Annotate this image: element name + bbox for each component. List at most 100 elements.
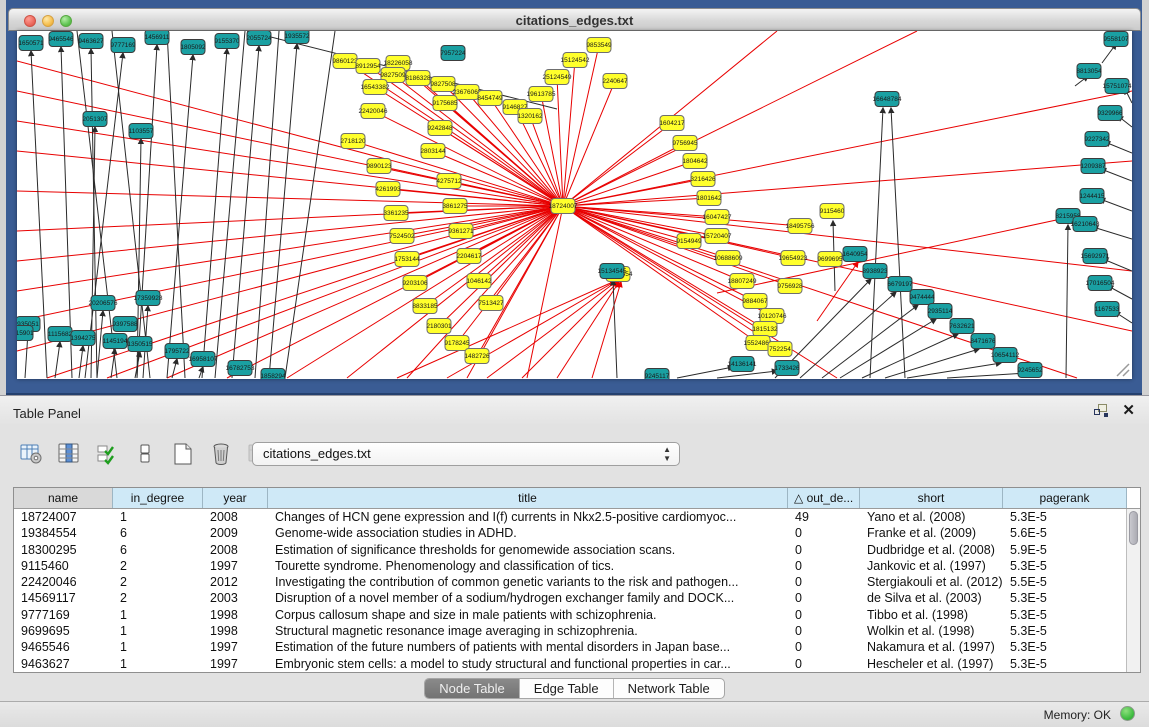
- scrollbar-thumb[interactable]: [1129, 511, 1138, 545]
- graph-node-7957224[interactable]: 7957224: [440, 46, 466, 61]
- graph-node-7513427[interactable]: 7513427: [478, 296, 504, 311]
- graph-node-9853549[interactable]: 9853549: [586, 38, 612, 53]
- graph-node-9242848[interactable]: 9242848: [427, 121, 453, 136]
- graph-node-22420046[interactable]: 22420046: [359, 104, 388, 119]
- graph-node-8454749[interactable]: 8454749: [477, 91, 503, 106]
- graph-node-18724007[interactable]: 18724007: [549, 199, 578, 214]
- graph-node-17016504[interactable]: 17016504: [1086, 276, 1115, 291]
- graph-node-1115682[interactable]: 1115682: [48, 327, 73, 342]
- graph-node-9890123[interactable]: 9890123: [366, 159, 392, 174]
- graph-node-9699695[interactable]: 9699695: [817, 252, 843, 267]
- graph-node-1815132[interactable]: 1815132: [752, 322, 778, 337]
- close-panel-icon[interactable]: ✕: [1122, 404, 1135, 417]
- graph-node-9329966[interactable]: 9329966: [1097, 106, 1123, 121]
- graph-node-1145194[interactable]: 1145194: [103, 334, 128, 349]
- graph-node-3216426[interactable]: 3216426: [690, 172, 716, 187]
- graph-node-1733426[interactable]: 1733426: [774, 361, 800, 376]
- graph-node-9884067[interactable]: 9884067: [742, 294, 768, 309]
- graph-node-9154949[interactable]: 9154949: [676, 234, 702, 249]
- table-row[interactable]: 969969511998Structural magnetic resonanc…: [14, 623, 1140, 639]
- column-visibility-icon[interactable]: [56, 441, 82, 467]
- graph-node-9397588[interactable]: 9397588: [112, 317, 138, 332]
- graph-node-1167533[interactable]: 1167533: [1095, 302, 1120, 317]
- graph-node-16648784[interactable]: 16648784: [873, 92, 902, 107]
- graph-node-9756945[interactable]: 9756945: [672, 136, 698, 151]
- graph-node-8833185[interactable]: 8833185: [412, 299, 438, 314]
- column-header-short[interactable]: short: [860, 488, 1003, 508]
- graph-node-9474444[interactable]: 9474444: [909, 290, 935, 305]
- graph-node-2935114[interactable]: 2935114: [928, 304, 953, 319]
- graph-node-18807249[interactable]: 18807249: [728, 274, 757, 289]
- tab-edge-table[interactable]: Edge Table: [520, 679, 614, 698]
- graph-node-8912954[interactable]: 8912954: [355, 59, 381, 74]
- graph-node-9777169[interactable]: 9777169: [110, 38, 136, 53]
- column-header-in_degree[interactable]: in_degree: [113, 488, 203, 508]
- graph-node-9827508[interactable]: 9827508: [430, 77, 456, 92]
- graph-node-9463627[interactable]: 9463627: [78, 34, 104, 49]
- graph-node-1795722[interactable]: 1795722: [164, 344, 190, 359]
- column-header-pagerank[interactable]: pagerank: [1003, 488, 1127, 508]
- graph-node-7524502[interactable]: 7524502: [389, 229, 415, 244]
- table-row[interactable]: 1830029562008Estimation of significance …: [14, 542, 1140, 558]
- graph-node-9178245[interactable]: 9178245: [444, 336, 470, 351]
- graph-node-1320162[interactable]: 1320162: [517, 109, 543, 124]
- float-panel-icon[interactable]: [1094, 404, 1108, 417]
- table-selector-dropdown[interactable]: citations_edges.txt ▲▼: [252, 442, 680, 466]
- graph-node-1804642[interactable]: 1804642: [682, 154, 708, 169]
- graph-node-17359928[interactable]: 17359928: [134, 291, 163, 306]
- memory-status-indicator[interactable]: [1120, 706, 1135, 721]
- graph-node-3361235[interactable]: 3361235: [383, 206, 409, 221]
- graph-node-1640954[interactable]: 1640954: [842, 247, 868, 262]
- graph-node-1805092[interactable]: 1805092: [180, 40, 206, 55]
- graph-node-15692971[interactable]: 15692971: [1081, 249, 1110, 264]
- graph-node-3861275[interactable]: 3861275: [442, 199, 468, 214]
- graph-node-16782753[interactable]: 16782753: [226, 361, 255, 376]
- network-window-titlebar[interactable]: citations_edges.txt: [8, 8, 1141, 31]
- graph-node-6679197[interactable]: 6679197: [887, 277, 913, 292]
- table-row[interactable]: 1456911722003Disruption of a novel membe…: [14, 590, 1140, 606]
- canvas-resize-grip[interactable]: [1117, 364, 1129, 376]
- graph-node-14136141[interactable]: 14136141: [728, 357, 757, 372]
- table-row[interactable]: 946554611997Estimation of the future num…: [14, 639, 1140, 655]
- graph-node-1753144[interactable]: 1753144: [394, 252, 420, 267]
- graph-node-1103557[interactable]: 1103557: [129, 124, 154, 139]
- graph-node-16047427[interactable]: 16047427: [703, 210, 732, 225]
- graph-node-1456911[interactable]: 1456911: [145, 31, 170, 45]
- column-header-name[interactable]: name: [14, 488, 113, 508]
- graph-node-1209387[interactable]: 1209387: [1080, 159, 1106, 174]
- table-mode-icon[interactable]: [132, 441, 158, 467]
- graph-node-25124549[interactable]: 25124549: [543, 70, 572, 85]
- table-settings-icon[interactable]: [18, 441, 44, 467]
- graph-node-15124542[interactable]: 15124542: [561, 53, 590, 68]
- graph-node-1650571[interactable]: 1650571: [18, 36, 44, 51]
- network-canvas[interactable]: 1872400798601238912954182260589827509818…: [17, 31, 1132, 379]
- graph-node-7632621[interactable]: 7632621: [949, 319, 975, 334]
- graph-node-15134545[interactable]: 15134545: [598, 264, 627, 279]
- table-row[interactable]: 1938455462009Genome-wide association stu…: [14, 525, 1140, 541]
- column-header-year[interactable]: year: [203, 488, 268, 508]
- delete-icon[interactable]: [208, 441, 234, 467]
- graph-node-2051307[interactable]: 2051307: [82, 112, 108, 127]
- new-file-icon[interactable]: [170, 441, 196, 467]
- graph-node-2055724[interactable]: 2055724: [246, 31, 272, 46]
- graph-node-1394275[interactable]: 1394275: [70, 331, 96, 346]
- column-header-out_de[interactable]: △ out_de...: [788, 488, 860, 508]
- graph-node-2204617[interactable]: 2204617: [456, 249, 482, 264]
- tab-node-table[interactable]: Node Table: [425, 679, 520, 698]
- graph-node-9245117[interactable]: 9245117: [645, 369, 670, 380]
- graph-node-9465546[interactable]: 9465546: [48, 32, 74, 47]
- graph-node-20206576[interactable]: 20206576: [89, 296, 118, 311]
- graph-node-1935572[interactable]: 1935572: [284, 31, 310, 44]
- table-row[interactable]: 1872400712008Changes of HCN gene express…: [14, 509, 1140, 525]
- citation-network-graph[interactable]: 1872400798601238912954182260589827509818…: [17, 31, 1132, 379]
- graph-node-4275712[interactable]: 4275712: [436, 174, 462, 189]
- table-row[interactable]: 2242004622012Investigating the contribut…: [14, 574, 1140, 590]
- graph-node-8471676[interactable]: 8471676: [970, 334, 996, 349]
- table-row[interactable]: 977716911998Corpus callosum shape and si…: [14, 607, 1140, 623]
- graph-node-1482726[interactable]: 1482726: [464, 349, 490, 364]
- graph-node-2240647[interactable]: 2240647: [602, 74, 628, 89]
- graph-node-1858294[interactable]: 1858294: [260, 369, 286, 380]
- graph-node-16543382[interactable]: 16543382: [361, 80, 390, 95]
- graph-node-18495756[interactable]: 18495756: [786, 219, 815, 234]
- graph-node-9361271[interactable]: 9361271: [448, 224, 474, 239]
